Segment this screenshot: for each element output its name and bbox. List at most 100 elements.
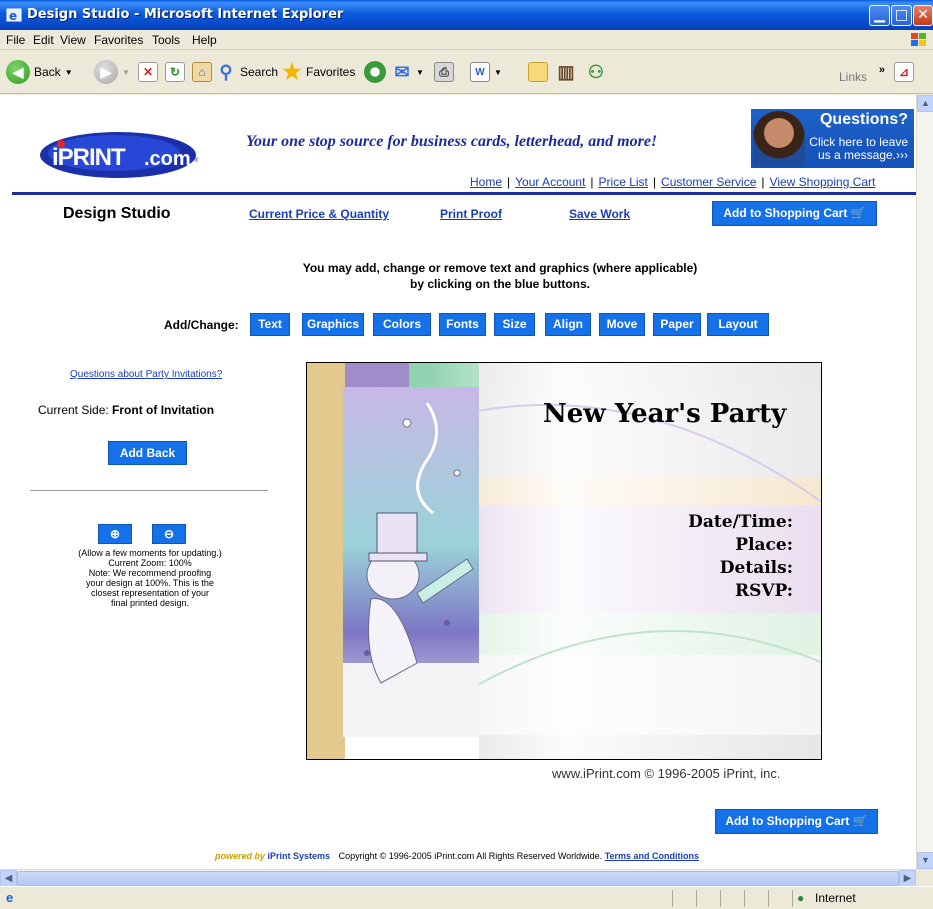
party-invitations-help-link[interactable]: Questions about Party Invitations? xyxy=(70,369,222,380)
invitation-canvas[interactable]: New Year's Party Date/Time: Place: Detai… xyxy=(306,362,822,760)
menu-help[interactable]: Help xyxy=(192,33,217,47)
invitation-title[interactable]: New Year's Party xyxy=(543,399,786,429)
stop-icon: ✕ xyxy=(138,62,158,82)
sidebar-divider xyxy=(30,490,268,491)
back-dropdown-icon: ▼ xyxy=(64,67,73,77)
terms-link[interactable]: Terms and Conditions xyxy=(605,851,699,861)
forward-button[interactable]: ▶ ▼ xyxy=(94,58,130,86)
print-proof-link[interactable]: Print Proof xyxy=(440,207,502,221)
questions-banner[interactable]: Questions? Click here to leave us a mess… xyxy=(751,109,914,168)
shopping-cart-icon: 🛒 xyxy=(850,206,866,220)
folder-button[interactable] xyxy=(528,58,548,86)
layout-button[interactable]: Layout xyxy=(707,313,769,336)
maximize-icon: □ xyxy=(894,7,909,23)
nav-price-list[interactable]: Price List xyxy=(599,175,648,189)
horizontal-scrollbar[interactable]: ◀ ▶ xyxy=(0,869,916,887)
messenger-button[interactable]: ⚇ xyxy=(586,58,606,86)
field-details[interactable]: Details: xyxy=(688,557,793,580)
iprint-logo[interactable]: iPRINT .com ® xyxy=(40,130,202,180)
field-rsvp[interactable]: RSVP: xyxy=(688,580,793,603)
save-work-link[interactable]: Save Work xyxy=(569,207,630,221)
horizontal-scroll-thumb[interactable] xyxy=(17,871,899,886)
mail-button[interactable]: ✉ ▼ xyxy=(392,58,423,86)
zone-label: Internet xyxy=(815,891,856,905)
nav-customer-service[interactable]: Customer Service xyxy=(661,175,756,189)
scroll-left-icon[interactable]: ◀ xyxy=(0,870,17,887)
scroll-right-icon[interactable]: ▶ xyxy=(899,870,916,887)
print-button[interactable]: ⎙ xyxy=(434,58,454,86)
align-button[interactable]: Align xyxy=(545,313,591,336)
minimize-icon: ▁ xyxy=(874,7,885,23)
menu-edit[interactable]: Edit xyxy=(33,33,54,47)
zone-cell: ● Internet xyxy=(792,890,933,907)
add-to-cart-label: Add to Shopping Cart xyxy=(723,206,848,220)
browser-window: e Design Studio - Microsoft Internet Exp… xyxy=(0,0,933,909)
zoom-note-line: your design at 100%. This is the xyxy=(86,578,214,588)
colors-button[interactable]: Colors xyxy=(373,313,431,336)
close-icon: ✕ xyxy=(917,7,929,23)
status-cell xyxy=(768,890,792,907)
zoom-in-icon: ⊕ xyxy=(109,527,121,541)
search-label: Search xyxy=(240,65,279,79)
text-button[interactable]: Text xyxy=(250,313,290,336)
edit-button[interactable]: W ▼ xyxy=(470,58,502,86)
title-bar: e Design Studio - Microsoft Internet Exp… xyxy=(0,0,933,30)
zoom-note-line: final printed design. xyxy=(110,598,190,608)
favorites-button[interactable]: ★ Favorites xyxy=(282,58,355,86)
zoom-note-line: closest representation of your xyxy=(90,588,210,598)
nav-your-account[interactable]: Your Account xyxy=(515,175,585,189)
chevron-right-icon[interactable]: » xyxy=(879,64,885,76)
nav-view-shopping-cart[interactable]: View Shopping Cart xyxy=(770,175,876,189)
paper-button[interactable]: Paper xyxy=(653,313,701,336)
instructions-line1: You may add, change or remove text and g… xyxy=(302,261,698,275)
size-button[interactable]: Size xyxy=(494,313,535,336)
field-place[interactable]: Place: xyxy=(688,534,793,557)
zoom-note: (Allow a few moments for updating.) Curr… xyxy=(50,548,250,608)
status-cell xyxy=(672,890,696,907)
fonts-button[interactable]: Fonts xyxy=(439,313,486,336)
back-button[interactable]: ◀ Back ▼ xyxy=(6,58,73,86)
menu-file[interactable]: File xyxy=(6,33,25,47)
scroll-up-icon[interactable]: ▲ xyxy=(917,95,933,112)
add-to-cart-label: Add to Shopping Cart xyxy=(725,814,850,828)
minimize-button[interactable]: ▁ xyxy=(869,5,890,26)
add-to-cart-button-top[interactable]: Add to Shopping Cart 🛒 xyxy=(712,201,877,226)
close-button[interactable]: ✕ xyxy=(913,5,933,26)
invitation-fields[interactable]: Date/Time: Place: Details: RSVP: xyxy=(688,511,793,603)
refresh-button[interactable]: ↻ xyxy=(165,58,185,86)
search-button[interactable]: ⚲ Search xyxy=(216,58,278,86)
edit-dropdown-icon: ▼ xyxy=(494,67,502,77)
tagline: Your one stop source for business cards,… xyxy=(246,133,658,150)
field-date-time[interactable]: Date/Time: xyxy=(688,511,793,534)
header-rule xyxy=(12,192,916,195)
zoom-out-button[interactable]: ⊖ xyxy=(152,524,186,544)
status-cell xyxy=(720,890,744,907)
messenger-icon: ⚇ xyxy=(587,61,605,82)
acrobat-button[interactable]: ⊿ xyxy=(894,58,914,86)
maximize-button[interactable]: □ xyxy=(891,5,912,26)
browser-toolbar: ◀ Back ▼ ▶ ▼ ✕ ↻ ⌂ ⚲ Search ★ Favorites … xyxy=(0,50,933,94)
menu-tools[interactable]: Tools xyxy=(152,33,180,47)
move-button[interactable]: Move xyxy=(599,313,645,336)
forward-arrow-icon: ▶ xyxy=(94,60,118,84)
scroll-down-icon[interactable]: ▼ xyxy=(917,852,933,869)
menu-view[interactable]: View xyxy=(60,33,86,47)
vertical-scrollbar[interactable]: ▲ ▼ xyxy=(916,95,933,869)
nav-home[interactable]: Home xyxy=(470,175,502,189)
footer-copyright: Copyright © 1996-2005 iPrint.com All Rig… xyxy=(338,851,603,861)
links-label[interactable]: Links xyxy=(839,70,867,84)
zoom-in-button[interactable]: ⊕ xyxy=(98,524,132,544)
graphics-button[interactable]: Graphics xyxy=(302,313,364,336)
menu-favorites[interactable]: Favorites xyxy=(94,33,143,47)
current-price-link[interactable]: Current Price & Quantity xyxy=(249,207,389,221)
add-change-label: Add/Change: xyxy=(164,318,239,332)
research-button[interactable]: ▥ xyxy=(556,58,576,86)
add-to-cart-button-bottom[interactable]: Add to Shopping Cart 🛒 xyxy=(715,809,878,834)
home-icon: ⌂ xyxy=(192,62,212,82)
add-back-button[interactable]: Add Back xyxy=(108,441,187,465)
history-button[interactable] xyxy=(364,58,386,86)
questions-text: Click here to leave us a message.››› xyxy=(809,136,908,162)
home-button[interactable]: ⌂ xyxy=(192,58,212,86)
stop-button[interactable]: ✕ xyxy=(138,58,158,86)
zoom-note-line: (Allow a few moments for updating.) xyxy=(78,548,222,558)
